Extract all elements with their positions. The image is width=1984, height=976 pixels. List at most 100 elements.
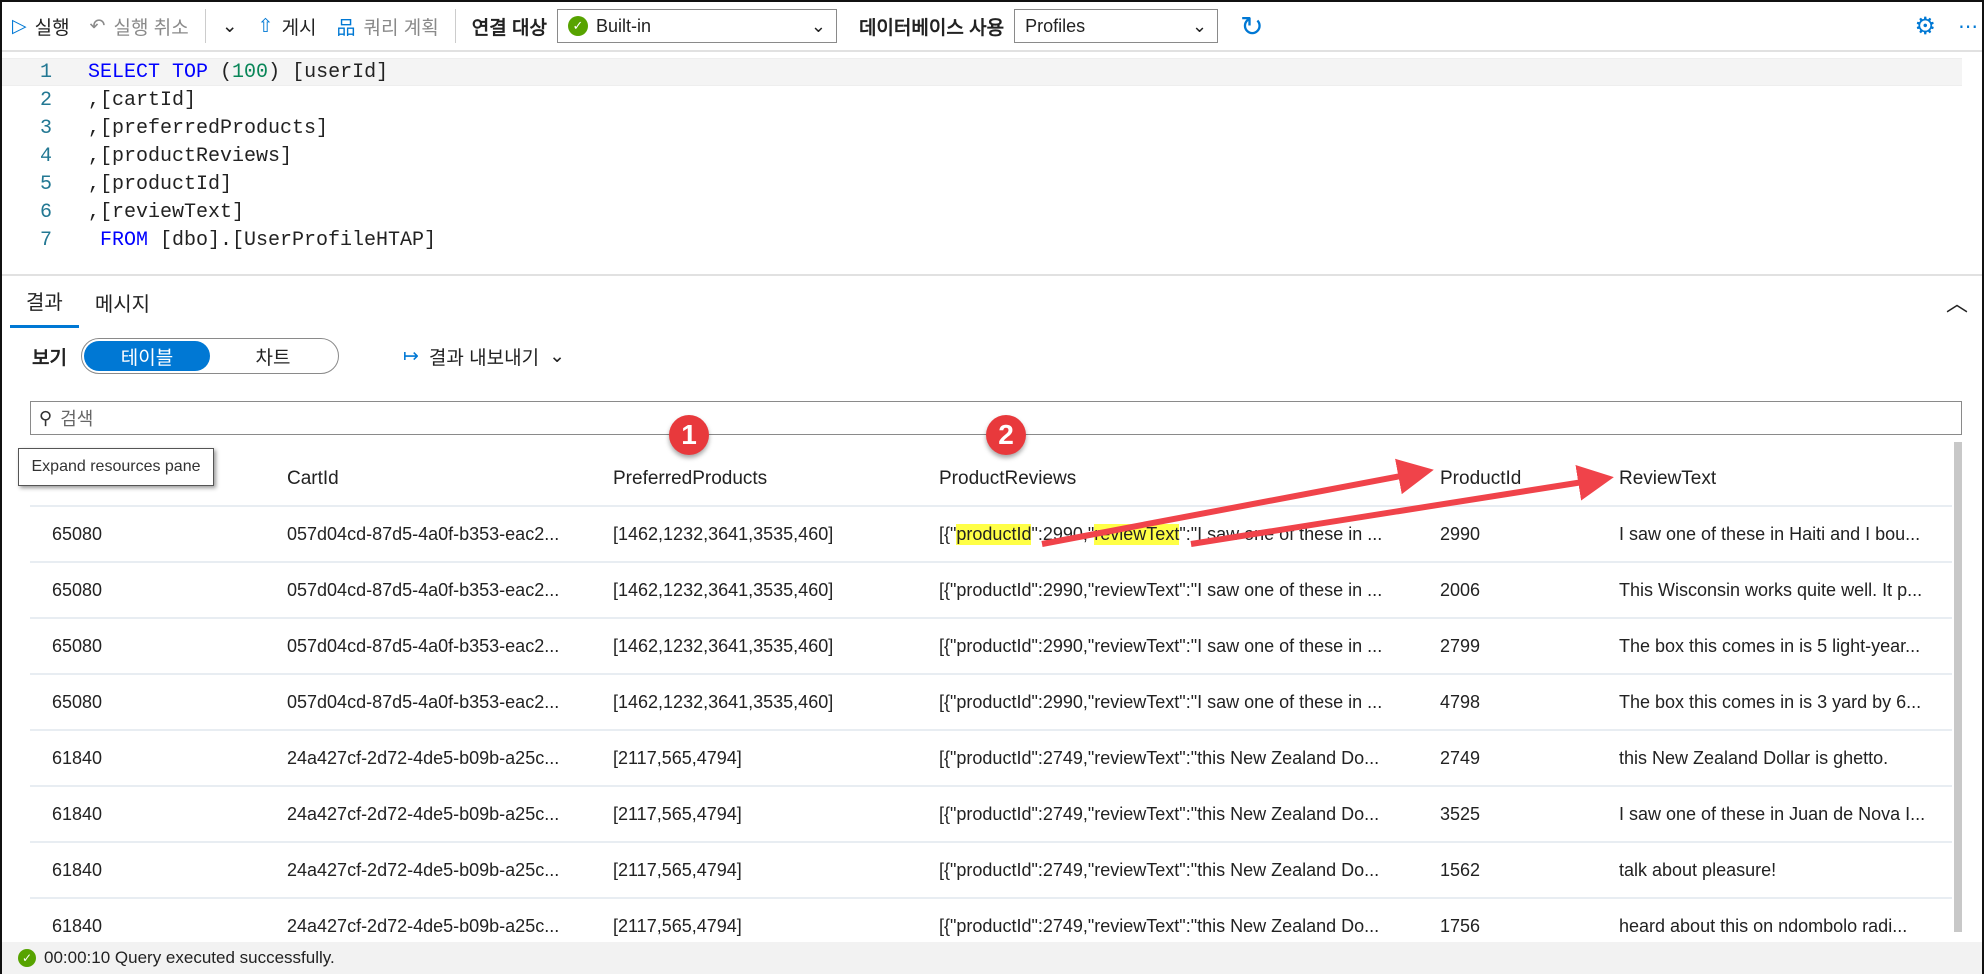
table-cell: 24a427cf-2d72-4de5-b09b-a25c... bbox=[287, 915, 560, 936]
table-row[interactable]: 65080 057d04cd-87d5-4a0f-b353-eac2... [146… bbox=[30, 617, 1952, 673]
chevron-down-icon: ⌄ bbox=[221, 15, 238, 37]
code-token: ,[productReviews] bbox=[88, 144, 293, 168]
table-cell: [1462,1232,3641,3535,460] bbox=[613, 635, 834, 656]
publish-button[interactable]: ⇧ 게시 bbox=[248, 13, 327, 40]
table-row[interactable]: 65080 057d04cd-87d5-4a0f-b353-eac2... [146… bbox=[30, 561, 1952, 617]
line-number: 4 bbox=[39, 144, 52, 168]
table-cell: [2117,565,4794] bbox=[613, 859, 742, 880]
view-table-option[interactable]: 테이블 bbox=[83, 341, 210, 371]
column-header[interactable]: ReviewText bbox=[1619, 468, 1949, 490]
table-row[interactable]: 61840 24a427cf-2d72-4de5-b09b-a25c... [211… bbox=[30, 785, 1952, 841]
table-cell: 2990 bbox=[1440, 523, 1481, 544]
table-cell: 61840 bbox=[52, 747, 103, 768]
column-header[interactable]: ProductId bbox=[1440, 468, 1521, 490]
collapse-icon[interactable]: ︿ bbox=[1946, 286, 1968, 318]
table-cell: 057d04cd-87d5-4a0f-b353-eac2... bbox=[287, 579, 560, 600]
hierarchy-icon: 品 bbox=[336, 17, 356, 39]
export-button[interactable]: ↦ 결과 내보내기 ⌄ bbox=[403, 343, 565, 370]
upload-icon: ⇧ bbox=[257, 15, 274, 37]
view-label: 보기 bbox=[32, 347, 67, 369]
table-row[interactable]: 61840 24a427cf-2d72-4de5-b09b-a25c... [211… bbox=[30, 729, 1952, 785]
table-cell: 1562 bbox=[1440, 859, 1481, 880]
results-tabs: 결과 메시지 ︿ bbox=[2, 274, 1982, 328]
view-row: 보기 테이블 차트 ↦ 결과 내보내기 ⌄ bbox=[2, 336, 1982, 376]
code-text: ,[productReviews] bbox=[62, 145, 292, 168]
table-row[interactable]: 65080 057d04cd-87d5-4a0f-b353-eac2... [146… bbox=[30, 505, 1952, 561]
connection-select[interactable]: ✓ Built-in ⌄ bbox=[556, 9, 837, 43]
tab-messages[interactable]: 메시지 bbox=[79, 276, 166, 328]
table-cell: 057d04cd-87d5-4a0f-b353-eac2... bbox=[287, 635, 560, 656]
code-token: ,[productId] bbox=[88, 172, 233, 196]
table-cell: [1462,1232,3641,3535,460] bbox=[613, 691, 834, 712]
table-cell: 2749 bbox=[1440, 747, 1481, 768]
settings-sliders-icon[interactable]: ⚙ bbox=[1914, 12, 1936, 41]
table-cell: [2117,565,4794] bbox=[613, 803, 742, 824]
table-cell: 65080 bbox=[52, 691, 103, 712]
table-cell: [{"productId":2749,"reviewText":"this Ne… bbox=[939, 803, 1380, 824]
table-row[interactable]: 65080 057d04cd-87d5-4a0f-b353-eac2... [146… bbox=[30, 673, 1952, 729]
table-cell: 057d04cd-87d5-4a0f-b353-eac2... bbox=[287, 691, 560, 712]
table-cell: [1462,1232,3641,3535,460] bbox=[613, 523, 834, 544]
table-cell: 2799 bbox=[1440, 635, 1481, 656]
line-number: 5 bbox=[39, 172, 52, 196]
column-header[interactable]: CartId bbox=[287, 468, 607, 490]
undo-icon: ↶ bbox=[89, 15, 106, 37]
table-row[interactable]: 61840 24a427cf-2d72-4de5-b09b-a25c... [211… bbox=[30, 897, 1952, 940]
database-select[interactable]: Profiles ⌄ bbox=[1014, 9, 1219, 43]
database-label: 데이터베이스 사용 bbox=[858, 17, 1005, 39]
code-text: ,[preferredProducts] bbox=[62, 117, 328, 140]
table-cell: 65080 bbox=[52, 635, 103, 656]
view-toggle[interactable]: 테이블 차트 bbox=[80, 338, 339, 374]
undo-button[interactable]: ↶ 실행 취소 bbox=[80, 13, 199, 40]
run-button[interactable]: ▷ 실행 bbox=[2, 13, 80, 40]
code-token: ,[preferredProducts] bbox=[88, 116, 329, 140]
table-cell: [{"productId":2990,"reviewText":"I saw o… bbox=[939, 523, 1439, 545]
code-line[interactable]: 4 ,[productReviews] bbox=[2, 142, 1962, 170]
tab-results[interactable]: 결과 bbox=[10, 276, 79, 328]
divider bbox=[454, 9, 456, 43]
vertical-scrollbar[interactable] bbox=[1954, 442, 1962, 932]
cell-text: [{" bbox=[939, 523, 957, 544]
table-cell: 61840 bbox=[52, 803, 103, 824]
table-cell: [{"productId":2990,"reviewText":"I saw o… bbox=[939, 635, 1383, 656]
more-icon[interactable]: ⋯ bbox=[1958, 14, 1978, 39]
code-text: SELECT TOP (100) [userId] bbox=[62, 61, 388, 84]
table-cell: 4798 bbox=[1440, 691, 1481, 712]
table-cell: [2117,565,4794] bbox=[613, 747, 742, 768]
code-token: ,[reviewText] bbox=[88, 200, 245, 224]
status-bar: ✓ 00:00:10 Query executed successfully. bbox=[2, 942, 1982, 974]
code-token: ) [userId] bbox=[268, 60, 389, 84]
table-cell: 61840 bbox=[52, 859, 103, 880]
chevron-down-icon: ⌄ bbox=[1191, 15, 1208, 36]
more-dropdown[interactable]: ⌄ bbox=[212, 15, 248, 38]
query-plan-button[interactable]: 品 쿼리 계획 bbox=[327, 13, 449, 40]
code-line[interactable]: 7 FROM [dbo].[UserProfileHTAP] bbox=[2, 226, 1962, 254]
code-token: 100 bbox=[232, 60, 269, 84]
table-cell: 24a427cf-2d72-4de5-b09b-a25c... bbox=[287, 859, 560, 880]
column-header[interactable]: ProductReviews bbox=[939, 468, 1439, 490]
results-grid: CartId PreferredProducts ProductReviews Pro… bbox=[30, 447, 1952, 940]
table-cell: this New Zealand Dollar is ghetto. bbox=[1619, 747, 1889, 768]
code-text: ,[productId] bbox=[62, 173, 232, 196]
highlighted-key: productId bbox=[956, 523, 1032, 545]
table-cell: talk about pleasure! bbox=[1619, 859, 1777, 880]
table-row[interactable]: 61840 24a427cf-2d72-4de5-b09b-a25c... [211… bbox=[30, 841, 1952, 897]
code-line[interactable]: 2 ,[cartId] bbox=[2, 86, 1962, 114]
code-line[interactable]: 5 ,[productId] bbox=[2, 170, 1962, 198]
code-editor[interactable]: 1 SELECT TOP (100) [userId] 2 ,[cartId] 3 ,[p… bbox=[2, 54, 1972, 272]
connect-label: 연결 대상 bbox=[471, 17, 547, 39]
status-text: 00:00:10 Query executed successfully. bbox=[44, 948, 335, 967]
export-arrow-icon: ↦ bbox=[402, 345, 419, 367]
play-icon: ▷ bbox=[12, 15, 27, 37]
code-line[interactable]: 1 SELECT TOP (100) [userId] bbox=[2, 58, 1962, 86]
cell-text: ":"I saw one of these in ... bbox=[1179, 523, 1383, 544]
code-line[interactable]: 3 ,[preferredProducts] bbox=[2, 114, 1962, 142]
refresh-icon[interactable]: ↻ bbox=[1240, 10, 1263, 43]
view-chart-option[interactable]: 차트 bbox=[210, 341, 336, 371]
table-cell: 3525 bbox=[1440, 803, 1481, 824]
search-icon: ⚲ bbox=[39, 407, 53, 428]
code-line[interactable]: 6 ,[reviewText] bbox=[2, 198, 1962, 226]
line-number: 1 bbox=[39, 60, 52, 84]
column-header[interactable]: PreferredProducts bbox=[613, 468, 767, 490]
table-cell: The box this comes in is 3 yard by 6... bbox=[1619, 691, 1922, 712]
